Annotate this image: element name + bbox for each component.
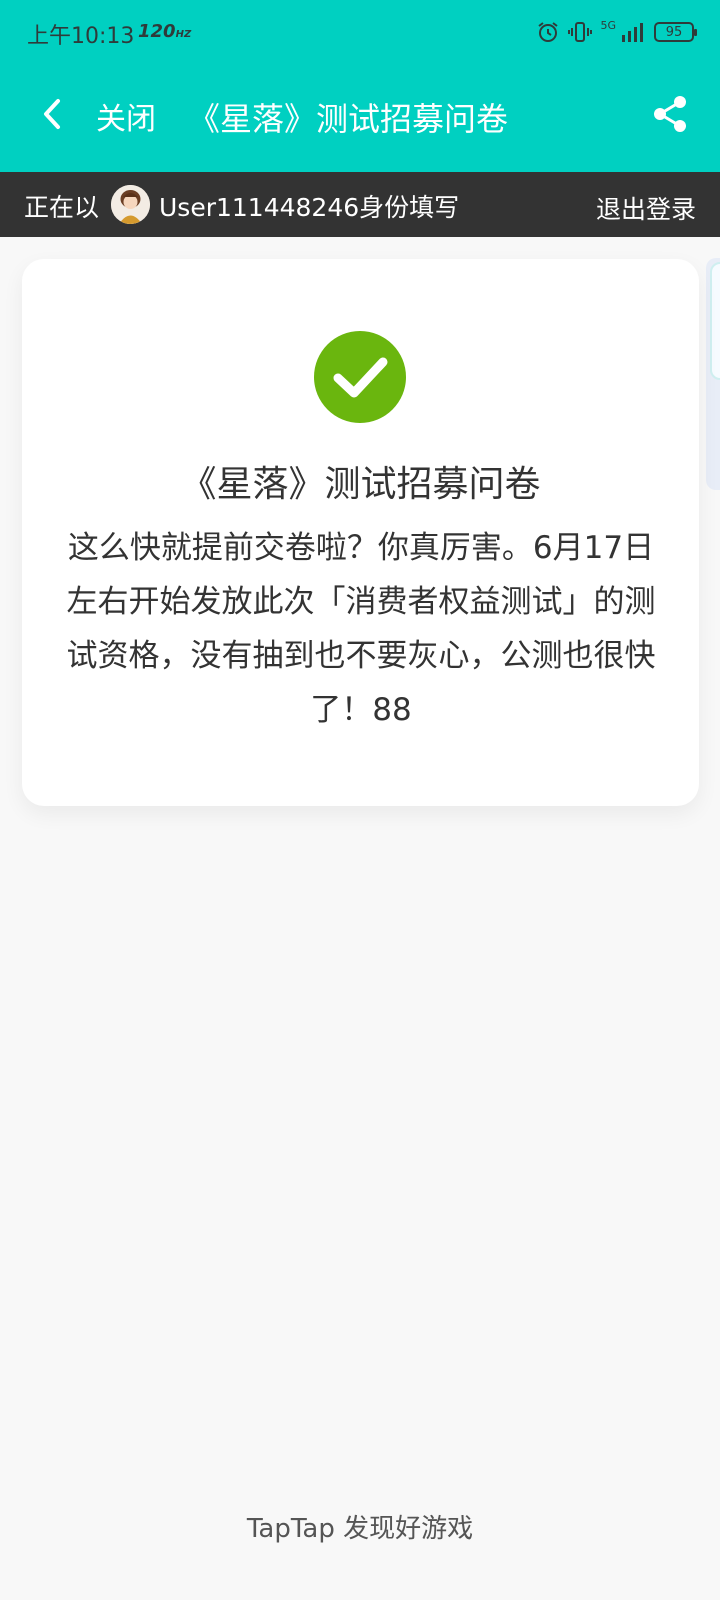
chevron-left-icon — [44, 99, 60, 129]
logout-button[interactable]: 退出登录 — [596, 190, 696, 226]
signal-icon — [622, 23, 643, 42]
close-button[interactable]: 关闭 — [96, 94, 156, 138]
alarm-icon — [538, 22, 559, 42]
status-time: 上午10:13 — [27, 24, 135, 49]
user-bar: 正在以 User111448246身份填写 退出登录 — [0, 172, 720, 237]
card-title: 《星落》测试招募问卷 — [180, 464, 541, 505]
next-card-peek — [706, 258, 720, 490]
vibrate-icon — [568, 22, 593, 42]
check-circle-icon — [314, 331, 406, 423]
battery-icon: 95 — [654, 22, 697, 42]
status-icons: 5G 95 — [536, 19, 697, 45]
avatar — [111, 185, 150, 224]
share-icon — [654, 96, 686, 132]
footer-text: TapTap 发现好游戏 — [246, 1514, 474, 1544]
result-card: 《星落》测试招募问卷 这么快就提前交卷啦？你真厉害。6月17日左右开始发放此次「… — [22, 259, 699, 806]
status-bar: 上午10:13 120HZ 5G 95 — [0, 0, 720, 66]
page-title: 《星落》测试招募问卷 — [188, 100, 509, 138]
back-button[interactable] — [30, 92, 74, 136]
username: User111448246身份填写 — [159, 193, 460, 222]
card-message: 这么快就提前交卷啦？你真厉害。6月17日左右开始发放此次「消费者权益测试」的测试… — [66, 530, 656, 728]
share-button[interactable] — [648, 92, 692, 136]
user-bar-prefix: 正在以 — [24, 193, 100, 222]
network-type: 5G — [600, 19, 616, 32]
refresh-rate: 120HZ — [138, 21, 192, 42]
app-bar: 关闭 《星落》测试招募问卷 — [0, 66, 720, 172]
